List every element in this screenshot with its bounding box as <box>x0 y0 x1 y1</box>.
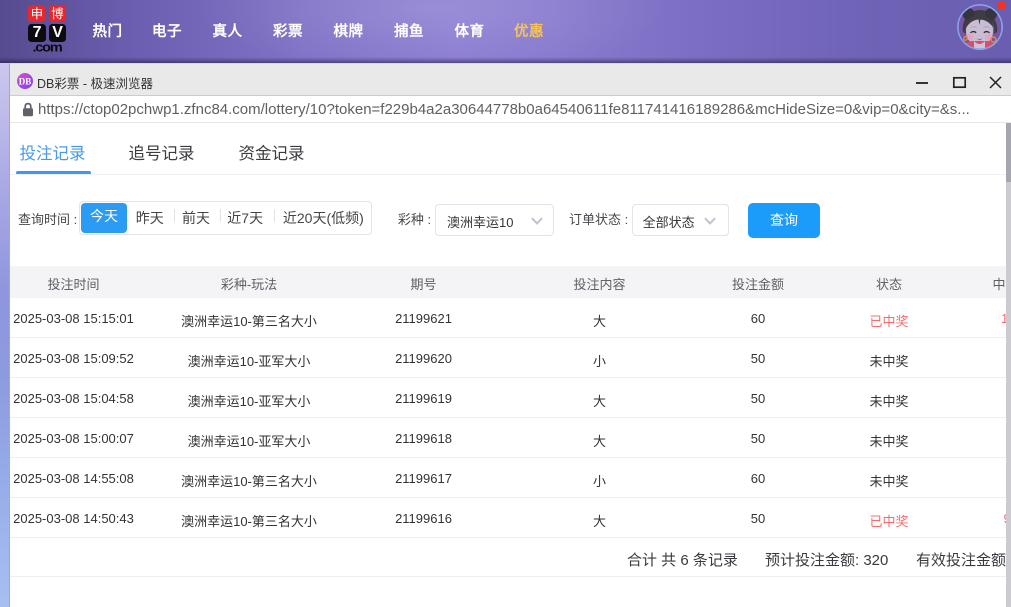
svg-text:DB: DB <box>19 76 32 86</box>
